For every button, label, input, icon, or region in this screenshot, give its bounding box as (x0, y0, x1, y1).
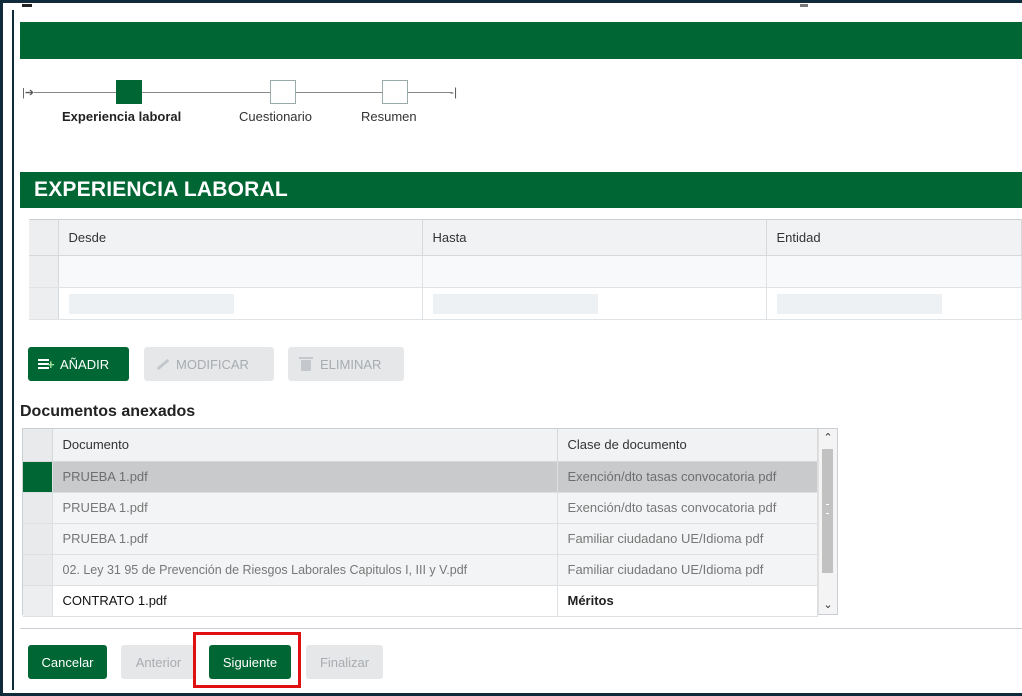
table-cell (766, 287, 1022, 320)
step-box-cuestionario[interactable] (270, 80, 296, 104)
previous-button[interactable]: Anterior (121, 645, 196, 679)
add-button[interactable]: AÑADIR (28, 347, 129, 381)
table-header-row: Documento Clase de documento (23, 429, 818, 462)
table-cell (766, 255, 1022, 288)
document-name: PRUEBA 1.pdf (52, 461, 558, 493)
cancel-button[interactable]: Cancelar (28, 645, 107, 679)
document-class: Familiar ciudadano UE/Idioma pdf (557, 554, 818, 586)
column-header-hasta[interactable]: Hasta (422, 219, 767, 256)
wizard-stepper: |➔ -| Experiencia laboral Cuestionario R… (20, 76, 480, 126)
stepper-line (296, 92, 382, 93)
document-name: PRUEBA 1.pdf (52, 523, 558, 555)
column-header-documento[interactable]: Documento (52, 429, 558, 462)
scroll-up-icon[interactable]: ⌃ (822, 432, 834, 444)
column-header-desde[interactable]: Desde (58, 219, 423, 256)
row-selector-header (29, 219, 59, 256)
vertical-scrollbar[interactable]: ⌃ ⌄ (818, 429, 837, 614)
modify-button-label: MODIFICAR (176, 356, 249, 372)
row-selector[interactable] (23, 492, 53, 524)
row-selector[interactable] (23, 585, 53, 617)
table-row[interactable]: CONTRATO 1.pdf Méritos (23, 585, 818, 617)
document-class: Exención/dto tasas convocatoria pdf (557, 461, 818, 493)
stepper-line (142, 92, 270, 93)
placeholder-cell (432, 293, 598, 314)
step-box-experiencia[interactable] (116, 80, 142, 104)
document-name: PRUEBA 1.pdf (52, 492, 558, 524)
top-edge-mark-right (800, 4, 808, 7)
documents-grid: Documento Clase de documento PRUEBA 1.pd… (22, 428, 838, 617)
table-row[interactable]: PRUEBA 1.pdf Familiar ciudadano UE/Idiom… (23, 523, 818, 555)
table-row[interactable]: PRUEBA 1.pdf Exención/dto tasas convocat… (23, 461, 818, 493)
step-box-resumen[interactable] (382, 80, 408, 104)
experience-table: Desde Hasta Entidad (29, 219, 1022, 320)
document-class: Familiar ciudadano UE/Idioma pdf (557, 523, 818, 555)
footer-divider (20, 628, 1022, 629)
row-selector[interactable] (23, 523, 53, 555)
trash-icon (298, 357, 314, 371)
table-cell (422, 255, 767, 288)
row-selector[interactable] (29, 287, 59, 320)
top-edge-mark (22, 4, 32, 7)
step-label-cuestionario: Cuestionario (239, 109, 312, 124)
add-button-label: AÑADIR (60, 356, 110, 372)
add-list-icon (38, 357, 55, 371)
column-header-entidad[interactable]: Entidad (766, 219, 1022, 256)
stepper-end-icon: -| (450, 85, 458, 99)
table-row[interactable] (29, 255, 1022, 288)
row-selector[interactable] (23, 554, 53, 586)
table-row[interactable] (29, 287, 1022, 320)
document-class: Méritos (557, 585, 818, 617)
column-header-clase[interactable]: Clase de documento (557, 429, 818, 462)
document-name: 02. Ley 31 95 de Prevención de Riesgos L… (52, 554, 558, 586)
table-row[interactable]: PRUEBA 1.pdf Exención/dto tasas convocat… (23, 492, 818, 524)
documents-table: Documento Clase de documento PRUEBA 1.pd… (23, 429, 818, 617)
finish-button[interactable]: Finalizar (306, 645, 383, 679)
table-cell (58, 255, 423, 288)
table-cell (422, 287, 767, 320)
stepper-start-icon: |➔ (22, 87, 35, 99)
placeholder-cell (776, 293, 942, 314)
stepper-line (408, 92, 452, 93)
table-row[interactable]: 02. Ley 31 95 de Prevención de Riesgos L… (23, 554, 818, 586)
table-header-row: Desde Hasta Entidad (29, 219, 1022, 256)
header-bar (20, 22, 1022, 59)
modify-button[interactable]: MODIFICAR (144, 347, 274, 381)
grip-icon (826, 504, 829, 514)
scroll-thumb[interactable] (822, 449, 833, 573)
row-selector-header (23, 429, 53, 462)
placeholder-cell (68, 293, 234, 314)
table-cell (58, 287, 423, 320)
section-title: EXPERIENCIA LABORAL (20, 172, 1022, 208)
row-selector[interactable] (29, 255, 59, 288)
delete-button-label: ELIMINAR (320, 356, 382, 372)
scroll-down-icon[interactable]: ⌄ (822, 599, 834, 611)
document-name: CONTRATO 1.pdf (52, 585, 558, 617)
documents-title: Documentos anexados (20, 403, 196, 420)
delete-button[interactable]: ELIMINAR (288, 347, 404, 381)
highlight-annotation (193, 632, 301, 688)
pencil-icon (154, 357, 170, 371)
stepper-line (34, 92, 116, 93)
row-selector[interactable] (23, 461, 53, 493)
document-class: Exención/dto tasas convocatoria pdf (557, 492, 818, 524)
step-label-experiencia: Experiencia laboral (62, 109, 182, 124)
step-label-resumen: Resumen (361, 109, 417, 124)
